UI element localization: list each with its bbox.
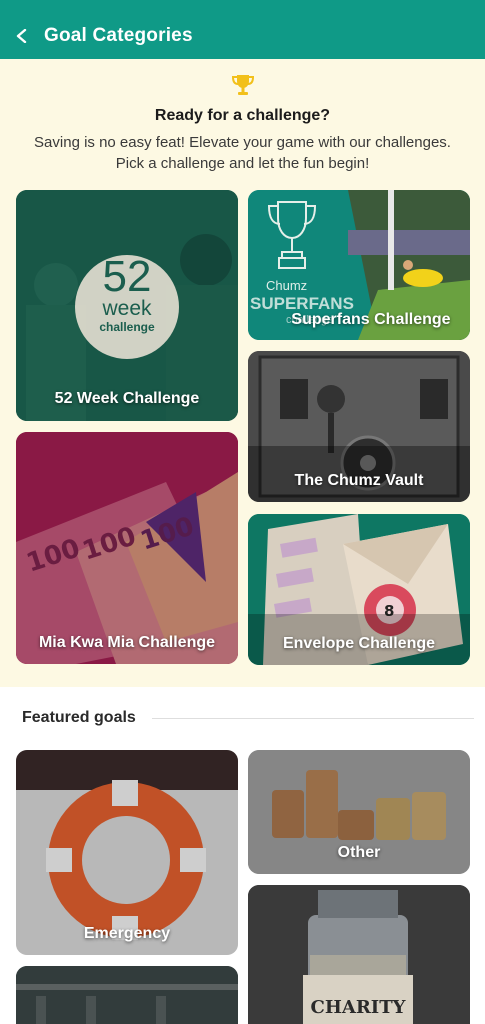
card-featured-goal[interactable] [16,966,238,1024]
challenge-heading: Ready for a challenge? [154,107,331,124]
week52-badge-word: week [102,297,152,320]
card-chumz-vault[interactable]: The Chumz Vault [248,351,470,502]
divider [151,717,474,719]
challenge-description: Saving is no easy feat! Elevate your gam… [0,132,485,174]
featured-goals-header: Featured goals [22,709,474,727]
card-image-restaurant [16,966,238,1024]
challenge-section: Ready for a challenge? Saving is no easy… [0,59,485,687]
card-52-week-challenge[interactable]: 52 week challenge 52 Week Challenge [16,190,238,421]
card-other[interactable]: Other [248,750,470,874]
featured-goals-title: Featured goals [22,709,136,726]
superfans-logo-word: Chumz [266,278,308,293]
back-button[interactable] [0,12,44,59]
card-image-banknotes: 100 100 100 [16,432,238,664]
week52-badge: 52 week challenge [75,255,179,335]
card-superfans-challenge[interactable]: Chumz SUPERFANS challenge Superfans Chal… [248,190,470,340]
card-label: 52 Week Challenge [54,390,200,407]
card-emergency[interactable]: Emergency [16,750,238,955]
status-bar [0,0,485,12]
card-label: Envelope Challenge [282,635,436,652]
trophy-outline-icon [267,201,317,269]
week52-badge-sub: challenge [99,320,155,334]
card-label: The Chumz Vault [294,472,424,489]
card-charity[interactable]: CHARITY [248,885,470,1024]
chevron-left-icon [16,28,27,43]
trophy-icon [231,75,255,95]
card-label: Other [337,844,381,861]
app-header: Goal Categories [0,12,485,59]
card-label: Superfans Challenge [291,311,451,328]
challenge-description-line-2: Pick a challenge and let the fun begin! [115,155,370,172]
card-label: Mia Kwa Mia Challenge [38,634,216,651]
charity-jar-text: CHARITY [310,997,406,1018]
card-label: Emergency [83,925,171,942]
card-mia-kwa-mia-challenge[interactable]: 100 100 100 Mia Kwa Mia Challenge [16,432,238,664]
week52-badge-number: 52 [102,252,152,301]
challenge-description-line-1: Saving is no easy feat! Elevate your gam… [34,134,451,151]
page-title: Goal Categories [44,24,193,46]
card-envelope-challenge[interactable]: 8 Envelope Challenge [248,514,470,665]
